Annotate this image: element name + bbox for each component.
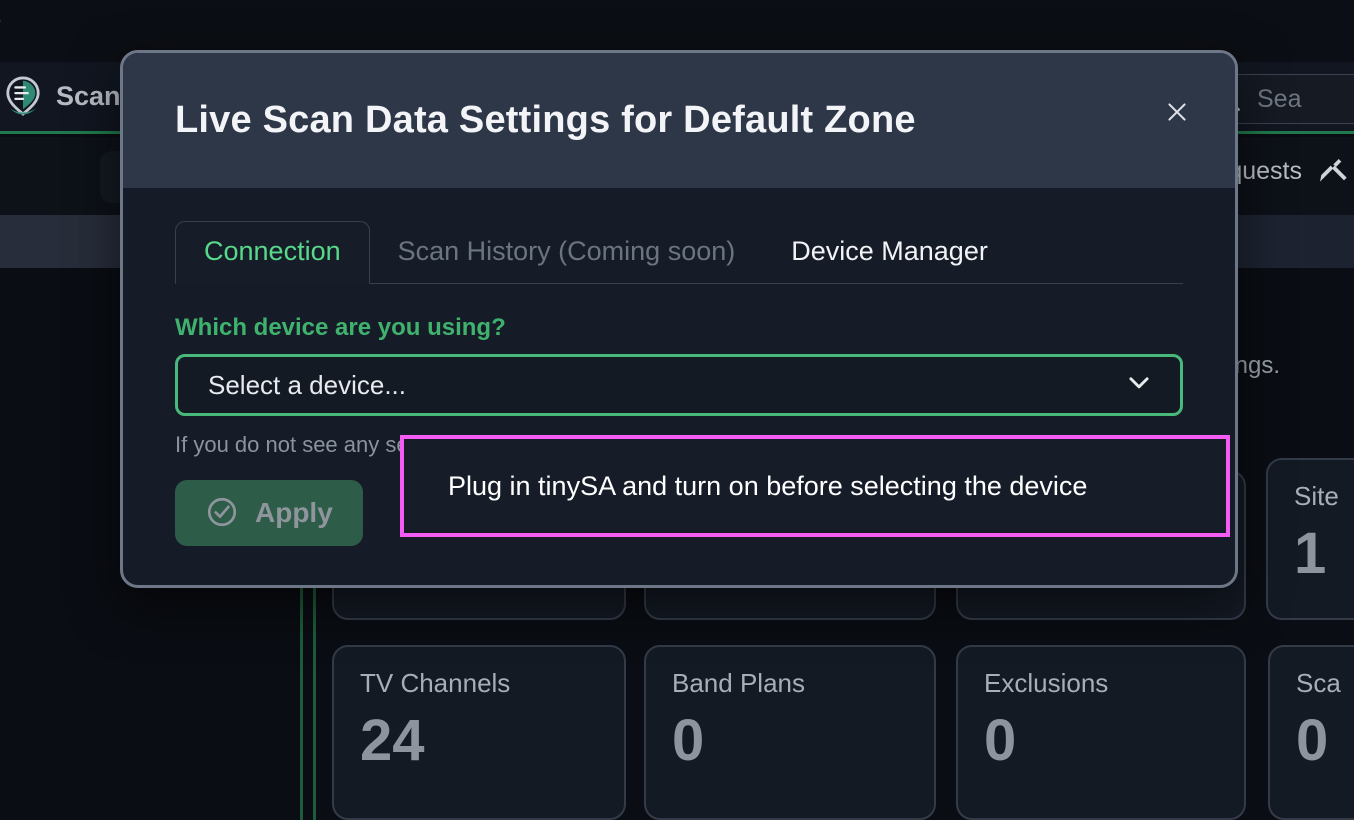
device-select[interactable]: Select a device... xyxy=(175,354,1183,416)
circle-check-icon xyxy=(205,495,239,532)
tab-device-manager[interactable]: Device Manager xyxy=(763,222,1016,283)
modal-overlay: Live Scan Data Settings for Default Zone… xyxy=(0,0,1354,820)
tinysa-instruction-text: Plug in tinySA and turn on before select… xyxy=(448,470,1088,501)
chevron-down-icon xyxy=(1124,368,1154,403)
apply-button[interactable]: Apply xyxy=(175,480,363,546)
live-scan-data-settings-modal: Live Scan Data Settings for Default Zone… xyxy=(120,50,1238,588)
close-icon-glyph xyxy=(1168,103,1186,121)
apply-button-label: Apply xyxy=(255,497,333,528)
device-select-value: Select a device... xyxy=(208,369,406,400)
modal-tabs: Connection Scan History (Coming soon) De… xyxy=(175,220,1183,284)
apply-row: Apply Plug in tinySA and turn on before … xyxy=(175,435,1230,552)
device-select-label: Which device are you using? xyxy=(175,314,506,341)
modal-header: Live Scan Data Settings for Default Zone xyxy=(123,53,1235,188)
tinysa-instruction-callout: Plug in tinySA and turn on before select… xyxy=(400,435,1230,537)
tab-scan-history[interactable]: Scan History (Coming soon) xyxy=(370,222,764,283)
close-icon[interactable] xyxy=(1161,96,1193,128)
modal-title: Live Scan Data Settings for Default Zone xyxy=(175,99,916,141)
tab-connection[interactable]: Connection xyxy=(175,221,370,284)
modal-body: Connection Scan History (Coming soon) De… xyxy=(123,220,1235,552)
